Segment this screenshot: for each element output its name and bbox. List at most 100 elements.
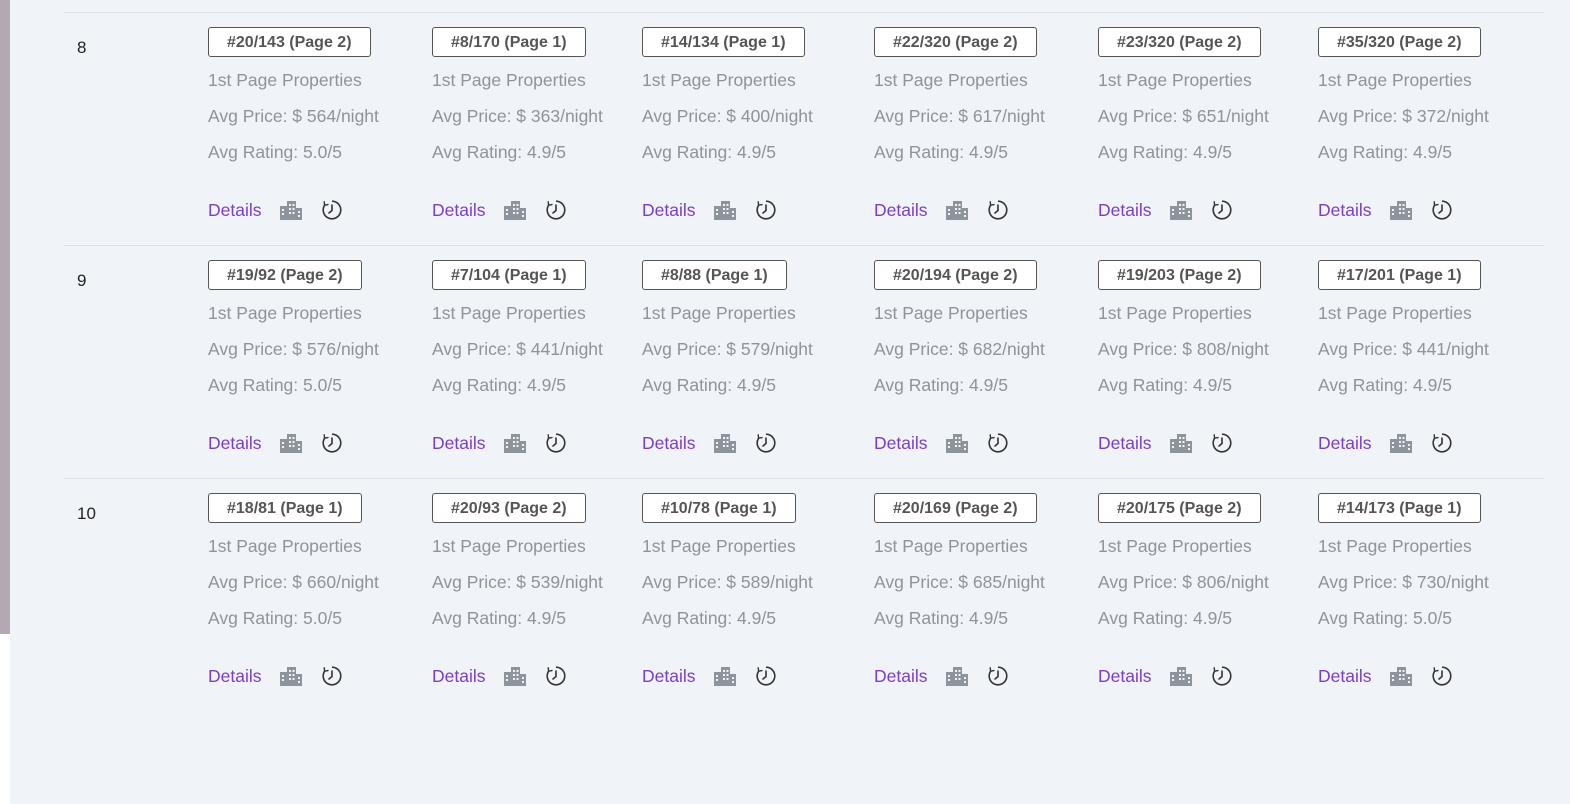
history-clock-icon[interactable] [321,665,343,687]
building-icon[interactable] [503,200,527,220]
history-clock-icon[interactable] [1211,665,1233,687]
rank-badge[interactable]: #7/104 (Page 1) [432,260,586,290]
details-link[interactable]: Details [208,666,262,687]
building-icon[interactable] [1389,433,1413,453]
building-icon[interactable] [1169,200,1193,220]
building-icon[interactable] [279,433,303,453]
rank-badge[interactable]: #22/320 (Page 2) [874,27,1037,57]
history-clock-icon[interactable] [1431,199,1453,221]
details-link[interactable]: Details [432,666,486,687]
history-clock-icon[interactable] [987,199,1009,221]
history-clock-icon[interactable] [987,665,1009,687]
rank-badge[interactable]: #14/134 (Page 1) [642,27,805,57]
building-icon[interactable] [713,666,737,686]
avg-price: Avg Price: $ 685/night [874,572,1045,592]
avg-price: Avg Price: $ 730/night [1318,572,1489,592]
avg-rating: Avg Rating: 4.9/5 [642,142,776,162]
ranking-cell: #19/203 (Page 2) 1st Page Properties Avg… [1098,260,1269,455]
sidebar-edge-bottom [0,634,10,804]
history-clock-icon[interactable] [321,199,343,221]
building-icon[interactable] [503,433,527,453]
details-link[interactable]: Details [432,200,486,221]
details-link[interactable]: Details [642,433,696,454]
history-clock-icon[interactable] [1431,432,1453,454]
building-icon[interactable] [1169,433,1193,453]
cell-actions: Details [208,664,379,688]
history-clock-icon[interactable] [755,432,777,454]
rank-badge[interactable]: #17/201 (Page 1) [1318,260,1481,290]
rank-badge[interactable]: #19/92 (Page 2) [208,260,362,290]
rank-badge[interactable]: #8/170 (Page 1) [432,27,586,57]
history-clock-icon[interactable] [545,432,567,454]
building-icon[interactable] [279,200,303,220]
building-icon[interactable] [945,200,969,220]
details-link[interactable]: Details [208,433,262,454]
rank-badge[interactable]: #19/203 (Page 2) [1098,260,1261,290]
details-link[interactable]: Details [1098,433,1152,454]
avg-rating: Avg Rating: 5.0/5 [208,608,342,628]
history-clock-icon[interactable] [1211,199,1233,221]
rank-badge[interactable]: #20/194 (Page 2) [874,260,1037,290]
details-link[interactable]: Details [1318,200,1372,221]
rank-badge[interactable]: #20/93 (Page 2) [432,493,586,523]
details-link[interactable]: Details [1318,666,1372,687]
rank-badge[interactable]: #35/320 (Page 2) [1318,27,1481,57]
rank-badge[interactable]: #10/78 (Page 1) [642,493,796,523]
history-clock-icon[interactable] [755,665,777,687]
cell-actions: Details [1098,431,1269,455]
history-clock-icon[interactable] [755,199,777,221]
first-page-label: 1st Page Properties [208,303,362,323]
rank-badge[interactable]: #14/173 (Page 1) [1318,493,1481,523]
details-link[interactable]: Details [874,433,928,454]
details-link[interactable]: Details [208,200,262,221]
details-link[interactable]: Details [1098,200,1152,221]
cell-actions: Details [208,431,379,455]
building-icon[interactable] [713,433,737,453]
building-icon[interactable] [945,666,969,686]
history-clock-icon[interactable] [321,432,343,454]
rank-badge[interactable]: #20/169 (Page 2) [874,493,1037,523]
history-clock-icon[interactable] [1431,665,1453,687]
cell-actions: Details [432,664,603,688]
avg-rating: Avg Rating: 5.0/5 [208,375,342,395]
rank-badge[interactable]: #23/320 (Page 2) [1098,27,1261,57]
history-clock-icon[interactable] [545,199,567,221]
ranking-cell: #8/88 (Page 1) 1st Page Properties Avg P… [642,260,813,455]
rank-badge[interactable]: #18/81 (Page 1) [208,493,362,523]
details-link[interactable]: Details [874,200,928,221]
first-page-label: 1st Page Properties [874,70,1028,90]
details-link[interactable]: Details [642,666,696,687]
ranking-cell: #18/81 (Page 1) 1st Page Properties Avg … [208,493,379,688]
building-icon[interactable] [945,433,969,453]
avg-price: Avg Price: $ 576/night [208,339,379,359]
building-icon[interactable] [1389,200,1413,220]
details-link[interactable]: Details [1098,666,1152,687]
details-link[interactable]: Details [1318,433,1372,454]
first-page-label: 1st Page Properties [1098,70,1252,90]
rank-badge[interactable]: #8/88 (Page 1) [642,260,787,290]
cell-actions: Details [1098,664,1269,688]
rank-badge[interactable]: #20/175 (Page 2) [1098,493,1261,523]
building-icon[interactable] [1389,666,1413,686]
building-icon[interactable] [503,666,527,686]
details-link[interactable]: Details [874,666,928,687]
rank-badge[interactable]: #20/143 (Page 2) [208,27,371,57]
avg-rating: Avg Rating: 5.0/5 [208,142,342,162]
row-index: 9 [77,271,87,290]
building-icon[interactable] [279,666,303,686]
building-icon[interactable] [713,200,737,220]
details-link[interactable]: Details [642,200,696,221]
history-clock-icon[interactable] [545,665,567,687]
history-clock-icon[interactable] [1211,432,1233,454]
details-link[interactable]: Details [432,433,486,454]
first-page-label: 1st Page Properties [642,536,796,556]
building-icon[interactable] [1169,666,1193,686]
avg-price: Avg Price: $ 539/night [432,572,603,592]
avg-rating: Avg Rating: 4.9/5 [1098,608,1232,628]
cell-actions: Details [874,198,1045,222]
avg-rating: Avg Rating: 4.9/5 [1318,142,1452,162]
ranking-cell: #22/320 (Page 2) 1st Page Properties Avg… [874,27,1045,222]
avg-rating: Avg Rating: 4.9/5 [1098,375,1232,395]
ranking-cell: #20/143 (Page 2) 1st Page Properties Avg… [208,27,379,222]
history-clock-icon[interactable] [987,432,1009,454]
